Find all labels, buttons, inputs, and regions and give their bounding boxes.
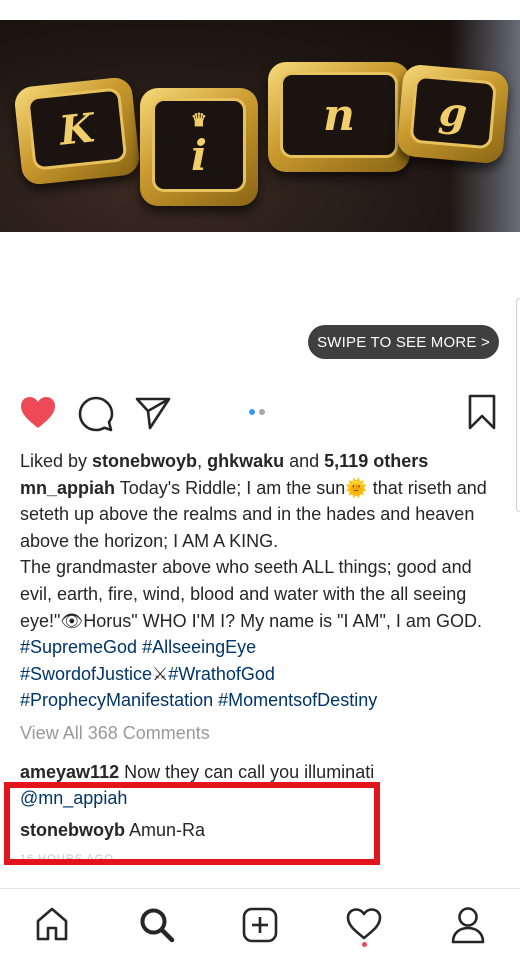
activity-notification-dot bbox=[362, 942, 367, 947]
carousel-dot bbox=[259, 409, 265, 415]
liker-username[interactable]: ghkwaku bbox=[207, 451, 284, 471]
home-icon[interactable] bbox=[35, 906, 69, 942]
swipe-to-see-more-button[interactable]: SWIPE TO SEE MORE > bbox=[308, 325, 499, 359]
search-icon[interactable] bbox=[139, 907, 175, 943]
likes-line: Liked by stonebwoyb, ghkwaku and 5,119 o… bbox=[20, 448, 500, 475]
ring-2: ♛ i bbox=[140, 88, 258, 206]
hashtag[interactable]: #ProphecyManifestation bbox=[20, 690, 213, 710]
sun-emoji-icon: 🌞 bbox=[345, 477, 368, 498]
activity-heart-icon[interactable] bbox=[346, 908, 382, 940]
post-caption-area: Liked by stonebwoyb, ghkwaku and 5,119 o… bbox=[20, 448, 500, 714]
caption-username[interactable]: mn_appiah bbox=[20, 478, 115, 498]
hashtag[interactable]: #AllseeingEye bbox=[142, 637, 256, 657]
hashtag[interactable]: #MomentsofDestiny bbox=[218, 690, 377, 710]
top-strip bbox=[0, 0, 520, 20]
carousel-dot-active bbox=[249, 409, 255, 415]
likes-and: and bbox=[284, 451, 325, 471]
red-highlight-box bbox=[4, 782, 380, 865]
caption-text: mn_appiah Today's Riddle; I am the sun🌞 … bbox=[20, 475, 500, 555]
ring-1: K bbox=[13, 76, 141, 186]
ring-letter: K bbox=[26, 87, 128, 171]
ring-letter: i bbox=[191, 131, 207, 180]
comment-bubble-icon[interactable] bbox=[78, 396, 114, 432]
likes-others-count[interactable]: 5,119 others bbox=[324, 451, 428, 471]
bookmark-icon[interactable] bbox=[468, 394, 496, 430]
likes-prefix: Liked by bbox=[20, 451, 93, 471]
caption-text-part: Today's Riddle; I am the sun bbox=[115, 477, 346, 498]
new-post-icon[interactable] bbox=[242, 907, 278, 943]
eye-emoji-icon: 👁 bbox=[60, 610, 84, 631]
swords-emoji-icon: ⚔ bbox=[152, 663, 169, 684]
hashtag[interactable]: #WrathofGod bbox=[168, 664, 275, 684]
hashtag[interactable]: #SupremeGod bbox=[20, 637, 137, 657]
ring-letter: n bbox=[280, 72, 398, 158]
post-image[interactable]: K ♛ i n g bbox=[0, 20, 520, 232]
heart-filled-icon[interactable] bbox=[20, 396, 56, 430]
ring-3: n bbox=[268, 62, 410, 172]
comment-username[interactable]: ameyaw112 bbox=[20, 762, 119, 782]
caption-text-part: Horus" WHO I'M I? My name is "I AM", I a… bbox=[83, 610, 482, 631]
crown-icon: ♛ bbox=[190, 110, 208, 131]
comment-text: Now they can call you illuminati bbox=[119, 762, 375, 782]
ring-letter: g bbox=[409, 74, 497, 150]
hashtag[interactable]: #SwordofJustice bbox=[20, 664, 152, 684]
caption-text: The grandmaster above who seeth ALL thin… bbox=[20, 554, 500, 714]
ring-4: g bbox=[396, 63, 510, 165]
carousel-dots bbox=[249, 409, 265, 415]
paper-plane-icon[interactable] bbox=[135, 396, 171, 430]
likes-sep: , bbox=[197, 451, 208, 471]
profile-icon[interactable] bbox=[450, 906, 486, 944]
liker-username[interactable]: stonebwoyb bbox=[92, 451, 197, 471]
ring-letter-crown: ♛ i bbox=[152, 98, 246, 192]
view-all-comments-link[interactable]: View All 368 Comments bbox=[20, 723, 210, 744]
